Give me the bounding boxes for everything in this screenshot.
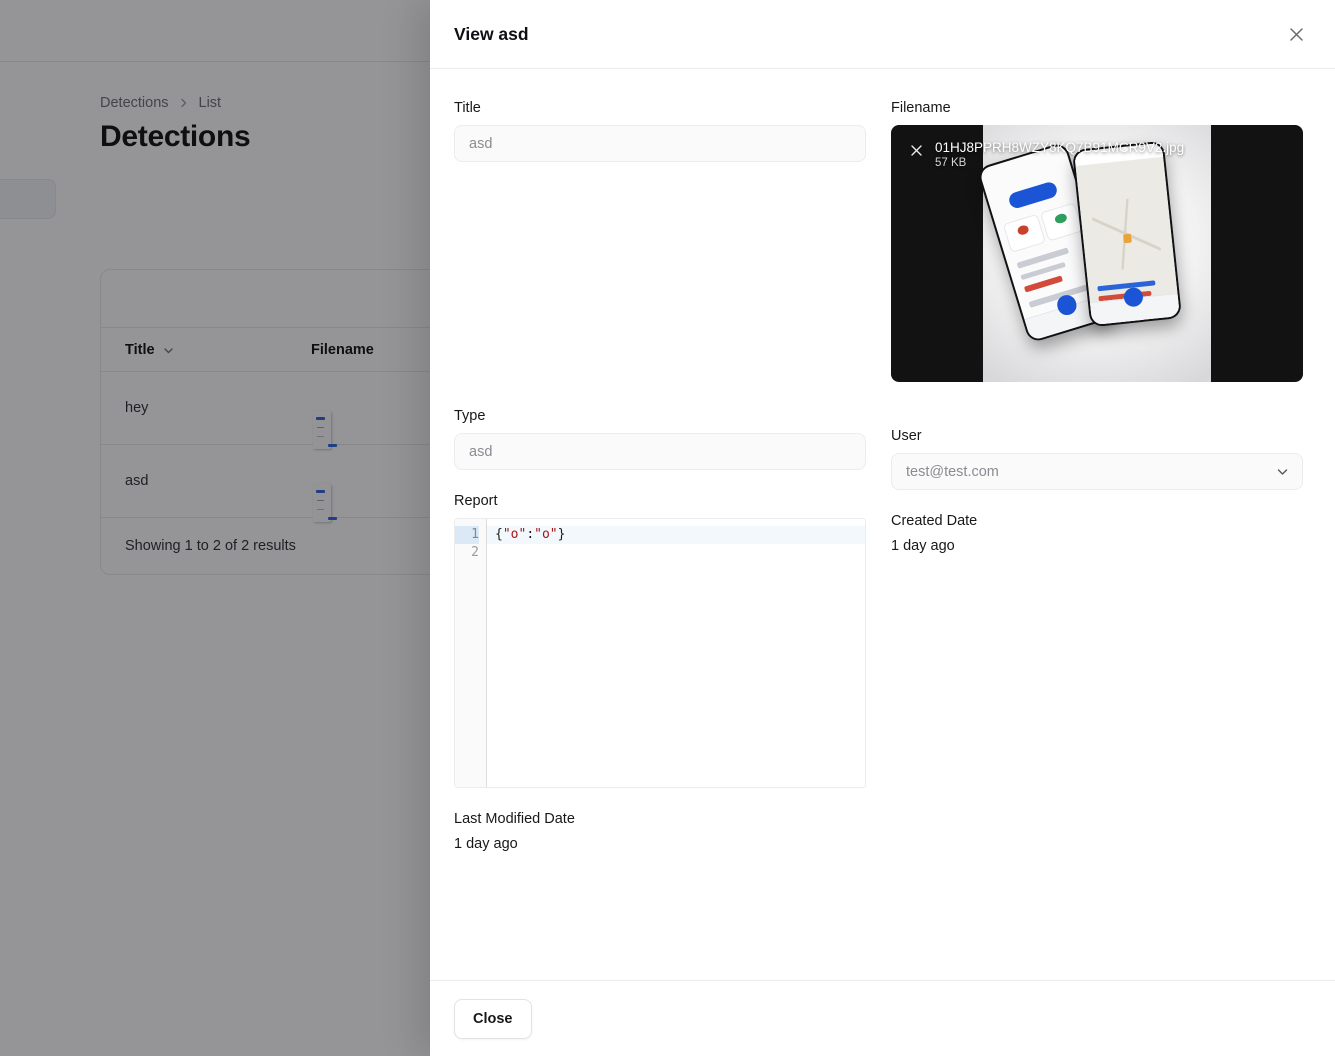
created-date-value: 1 day ago xyxy=(891,538,955,554)
modal-body: Title Type Report 1 2 {"o":"o"} xyxy=(430,69,1335,980)
field-report: Report 1 2 {"o":"o"} xyxy=(454,493,866,788)
modal-header: View asd xyxy=(430,0,1335,69)
user-select[interactable]: test@test.com xyxy=(891,453,1303,490)
title-input[interactable] xyxy=(454,125,866,162)
field-title: Title xyxy=(454,100,866,162)
last-modified-date-value: 1 day ago xyxy=(454,836,518,852)
file-name: 01HJ8PPRH8WZY8KQ7B91MCR9V2.jpg xyxy=(935,140,1185,155)
modal-right-column: Filename 01HJ8PPRH8WZY8KQ7B91MCR9V2.jpg … xyxy=(891,100,1303,875)
code-line: {"o":"o"} xyxy=(487,526,865,544)
close-icon[interactable] xyxy=(1281,19,1311,49)
field-created-date: Created Date 1 day ago xyxy=(891,513,1303,554)
field-type: Type xyxy=(454,408,866,470)
editor-gutter: 1 2 xyxy=(455,519,487,787)
field-report-label: Report xyxy=(454,493,498,509)
file-preview-card: 01HJ8PPRH8WZY8KQ7B91MCR9V2.jpg 57 KB xyxy=(891,125,1303,382)
field-type-label: Type xyxy=(454,408,486,424)
field-filename-label: Filename xyxy=(891,100,951,116)
field-last-modified-date-label: Last Modified Date xyxy=(454,811,575,827)
type-input[interactable] xyxy=(454,433,866,470)
editor-code-area[interactable]: {"o":"o"} xyxy=(487,519,865,787)
chevron-down-icon xyxy=(1275,464,1290,479)
file-size: 57 KB xyxy=(935,157,967,169)
field-user-label: User xyxy=(891,428,922,444)
file-preview-overlay: 01HJ8PPRH8WZY8KQ7B91MCR9V2.jpg 57 KB xyxy=(891,125,1303,169)
modal-left-column: Title Type Report 1 2 {"o":"o"} xyxy=(454,100,866,875)
file-meta: 01HJ8PPRH8WZY8KQ7B91MCR9V2.jpg 57 KB xyxy=(935,139,1184,169)
view-detection-modal: View asd Title Type Report 1 2 xyxy=(430,0,1335,1056)
line-number: 1 xyxy=(455,526,479,544)
user-select-value: test@test.com xyxy=(906,463,999,480)
modal-footer: Close xyxy=(430,980,1335,1056)
report-code-editor[interactable]: 1 2 {"o":"o"} xyxy=(454,518,866,788)
field-created-date-label: Created Date xyxy=(891,513,978,529)
field-title-label: Title xyxy=(454,100,481,116)
field-last-modified-date: Last Modified Date 1 day ago xyxy=(454,811,866,852)
line-number: 2 xyxy=(471,545,479,560)
close-button[interactable]: Close xyxy=(454,998,532,1039)
right-spacer xyxy=(891,405,1303,428)
left-spacer xyxy=(454,185,866,408)
remove-file-icon[interactable] xyxy=(905,139,927,161)
field-filename: Filename 01HJ8PPRH8WZY8KQ7B91MCR9V2.jpg … xyxy=(891,100,1303,382)
modal-title: View asd xyxy=(454,23,529,44)
field-user: User test@test.com xyxy=(891,428,1303,490)
